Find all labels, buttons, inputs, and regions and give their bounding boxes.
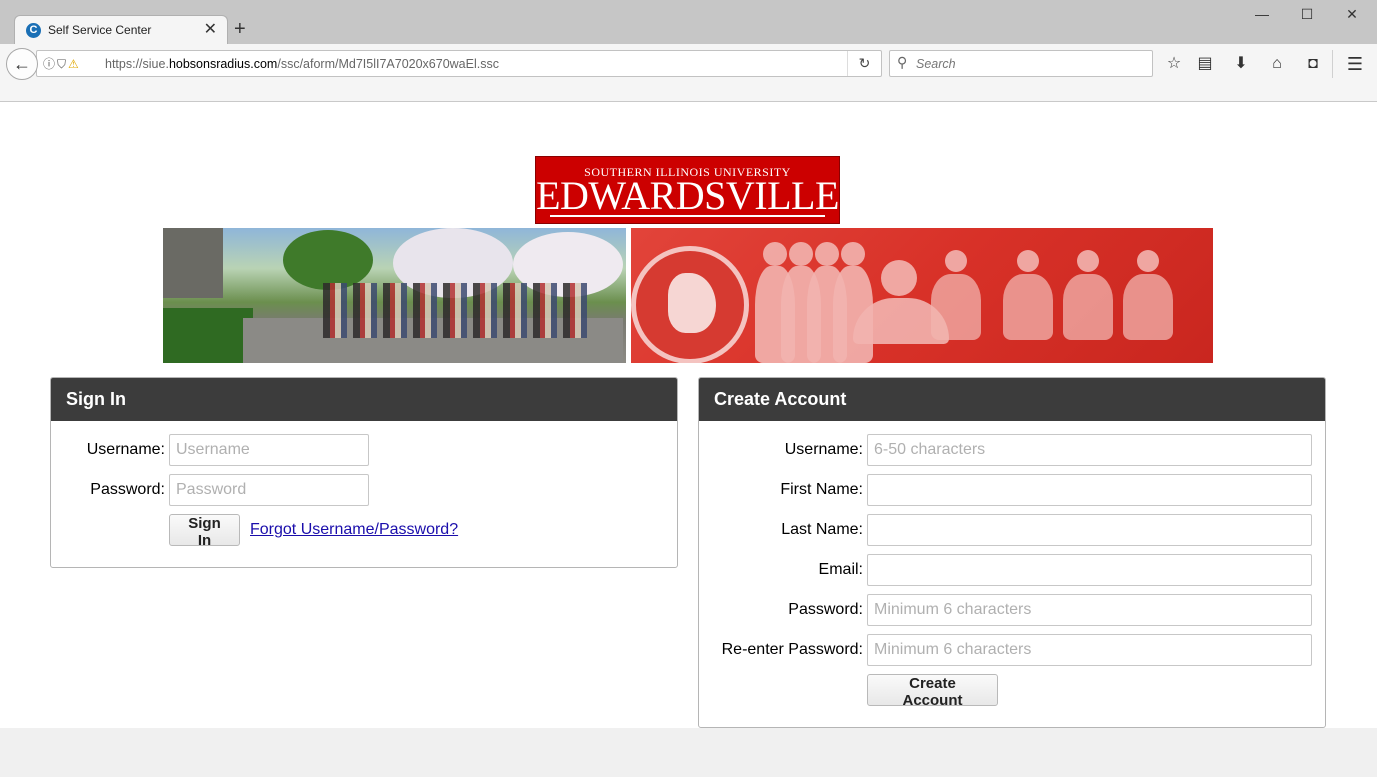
address-bar[interactable]: ⓘ⛉⚠ https://siue.hobsonsradius.com/ssc/a… [36, 50, 882, 77]
sign-in-username-input[interactable] [169, 434, 369, 466]
create-username-input[interactable] [867, 434, 1312, 466]
logo-main-text: EDWARDSVILLE [536, 173, 839, 218]
password-label: Password: [90, 481, 165, 498]
shield-icon[interactable]: ⛉ [57, 57, 68, 71]
window-minimize-icon[interactable]: — [1250, 4, 1274, 24]
window-close-icon[interactable]: ✕ [1340, 4, 1364, 24]
sign-in-password-row: Password: [51, 474, 679, 506]
globe-icon [631, 246, 749, 363]
sign-in-button[interactable]: Sign In [169, 514, 240, 549]
window-maximize-icon[interactable]: ☐ [1295, 4, 1319, 24]
first-name-row: First Name: [699, 474, 1327, 506]
page-content: SOUTHERN ILLINOIS UNIVERSITY EDWARDSVILL… [0, 102, 1377, 728]
create-account-panel: Create Account Username: First Name: Las… [698, 377, 1326, 728]
download-icon[interactable]: ⬇ [1229, 52, 1253, 76]
search-icon: ⚲ [897, 54, 908, 70]
reenter-password-label: Re-enter Password: [721, 641, 863, 658]
reenter-password-row: Re-enter Password: [699, 634, 1327, 666]
create-password-input[interactable] [867, 594, 1312, 626]
search-placeholder: Search [916, 57, 956, 71]
email-row: Email: [699, 554, 1327, 586]
toolbar-divider [1332, 50, 1333, 78]
sign-in-password-input[interactable] [169, 474, 369, 506]
url-text[interactable]: https://siue.hobsonsradius.com/ssc/aform… [105, 57, 499, 71]
navigation-toolbar: ⓘ⛉⚠ https://siue.hobsonsradius.com/ssc/a… [0, 44, 1377, 102]
tab-strip: C Self Service Center ✕ + — ☐ ✕ [0, 0, 1377, 45]
email-label: Email: [818, 561, 863, 578]
sign-in-header: Sign In [51, 378, 677, 421]
info-icon[interactable]: ⓘ [43, 57, 57, 71]
site-identity-icons[interactable]: ⓘ⛉⚠ [43, 55, 81, 72]
siue-logo: SOUTHERN ILLINOIS UNIVERSITY EDWARDSVILL… [535, 156, 840, 224]
sign-in-username-row: Username: [51, 434, 679, 466]
last-name-input[interactable] [867, 514, 1312, 546]
tab-title: Self Service Center [48, 23, 152, 37]
page-footer-area [0, 728, 1377, 777]
header-banner [163, 228, 1213, 363]
create-account-header: Create Account [699, 378, 1325, 421]
tab-close-icon[interactable]: ✕ [204, 21, 217, 39]
site-favicon-icon: C [26, 23, 41, 38]
create-username-row: Username: [699, 434, 1327, 466]
first-name-label: First Name: [780, 481, 863, 498]
last-name-row: Last Name: [699, 514, 1327, 546]
first-name-input[interactable] [867, 474, 1312, 506]
logo-rule [550, 215, 825, 217]
create-password-row: Password: [699, 594, 1327, 626]
arrow-left-icon: ← [13, 54, 31, 74]
campus-photo [163, 228, 626, 363]
create-password-label: Password: [788, 601, 863, 618]
forgot-credentials-link[interactable]: Forgot Username/Password? [250, 521, 458, 539]
hamburger-menu-icon[interactable]: ☰ [1343, 52, 1367, 76]
back-button[interactable]: ← [6, 48, 38, 80]
reenter-password-input[interactable] [867, 634, 1312, 666]
pocket-icon[interactable]: ◘ [1301, 52, 1325, 76]
browser-tab[interactable]: C Self Service Center ✕ [14, 15, 228, 45]
home-icon[interactable]: ⌂ [1265, 52, 1289, 76]
reload-icon[interactable]: ↻ [847, 51, 881, 76]
email-input[interactable] [867, 554, 1312, 586]
sign-in-panel: Sign In Username: Password: Sign In Forg… [50, 377, 678, 568]
lock-warning-icon[interactable]: ⚠ [68, 57, 81, 71]
create-username-label: Username: [784, 441, 863, 458]
new-tab-icon[interactable]: + [234, 18, 246, 40]
create-account-button[interactable]: Create Account [867, 674, 998, 709]
students-graphic [631, 228, 1213, 363]
search-bar[interactable]: ⚲ Search [889, 50, 1153, 77]
star-icon[interactable]: ☆ [1162, 52, 1186, 76]
last-name-label: Last Name: [781, 521, 863, 538]
reading-list-icon[interactable]: ▤ [1193, 52, 1217, 76]
username-label: Username: [86, 441, 165, 458]
